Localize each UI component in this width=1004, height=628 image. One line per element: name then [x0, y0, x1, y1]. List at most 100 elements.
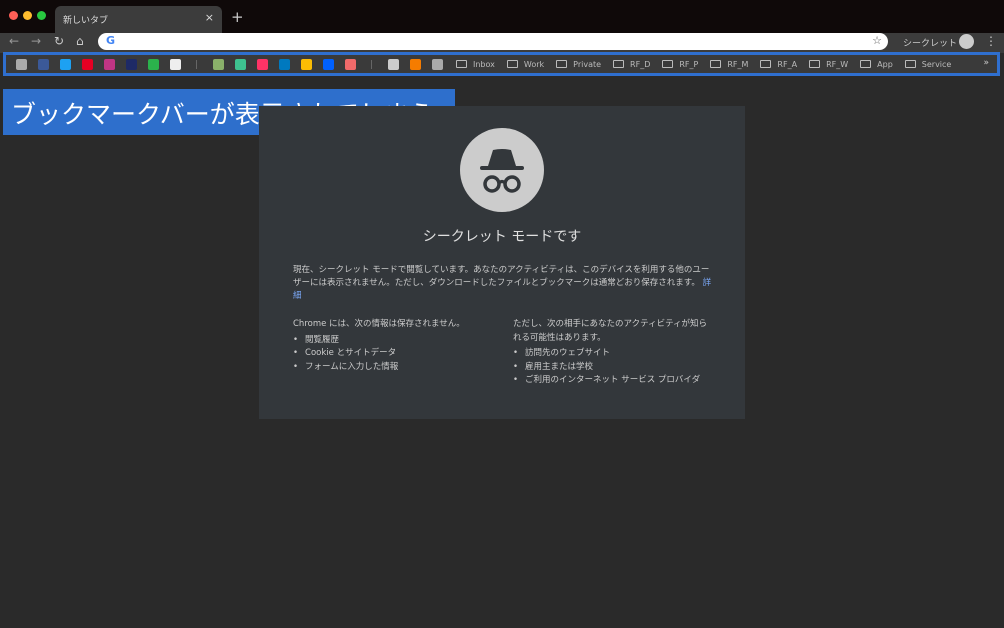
calendar-icon	[387, 58, 399, 70]
folder-icon	[904, 60, 916, 68]
facebook-icon	[37, 58, 49, 70]
bookmark-dropbox[interactable]	[317, 58, 339, 70]
bookmark-folder[interactable]: RF_M	[710, 60, 748, 69]
bookmark-apps[interactable]	[10, 58, 32, 70]
folder-label: RF_M	[727, 59, 749, 69]
back-icon[interactable]: ←	[9, 34, 19, 48]
folder-label: Work	[523, 59, 545, 69]
incognito-description: 現在、シークレット モードで閲覧しています。あなたのアクティビティは、このデバイ…	[293, 264, 713, 303]
google-drive-icon	[300, 58, 312, 70]
bookmark-chart[interactable]	[426, 58, 448, 70]
toolbar: ← → ↻ ⌂ G ☆ シークレット ⋮	[0, 33, 1004, 53]
bookmark-cloud[interactable]	[207, 58, 229, 70]
dropbox-icon	[322, 58, 334, 70]
new-tab-button[interactable]: +	[231, 8, 244, 26]
visible-to-heading: ただし、次の相手にあなたのアクティビティが知られる可能性はあります。	[513, 319, 708, 343]
folder-label: RF_W	[826, 59, 849, 69]
bookmark-folder[interactable]: RF_D	[613, 60, 650, 69]
bookmark-folder[interactable]: Private	[556, 60, 601, 69]
not-saved-heading: Chrome には、次の情報は保存されません。	[293, 319, 465, 329]
folder-icon	[809, 60, 821, 68]
asana-icon	[344, 58, 356, 70]
bookmark-folder[interactable]: RF_A	[760, 60, 797, 69]
minimize-window-button[interactable]	[23, 11, 32, 20]
incognito-icon	[460, 128, 544, 212]
b-app-icon	[234, 58, 246, 70]
bookmark-asana[interactable]	[339, 58, 361, 70]
folder-icon	[662, 60, 674, 68]
close-window-button[interactable]	[9, 11, 18, 20]
apps-icon	[15, 58, 27, 70]
folder-label: Private	[573, 59, 602, 69]
folder-icon	[710, 60, 722, 68]
bookmark-folder[interactable]: RF_W	[809, 60, 848, 69]
incognito-title: シークレット モードです	[422, 229, 582, 245]
folder-label: Inbox	[473, 59, 495, 69]
bookmark-github[interactable]	[164, 58, 186, 70]
bookmark-feedly[interactable]	[142, 58, 164, 70]
folder-icon	[613, 60, 625, 68]
folder-label: RF_P	[679, 59, 699, 69]
bookmark-folder[interactable]: App	[860, 60, 893, 69]
folder-icon	[556, 60, 568, 68]
menu-icon[interactable]: ⋮	[985, 34, 997, 48]
forward-icon[interactable]: →	[31, 34, 41, 48]
bookmark-folder[interactable]: Service	[904, 59, 952, 69]
star-icon[interactable]: ☆	[872, 34, 882, 47]
not-saved-list: Chrome には、次の情報は保存されません。 閲覧履歴 Cookie とサイト…	[293, 318, 493, 374]
incognito-avatar-icon[interactable]	[959, 34, 974, 49]
folder-icon	[456, 60, 467, 68]
bookmark-twitter[interactable]	[54, 58, 76, 70]
more-bookmarks-button[interactable]: »	[983, 58, 989, 68]
bookmark-analytics[interactable]	[404, 58, 426, 70]
profile-label[interactable]: シークレット	[903, 36, 957, 49]
bookmark-folder[interactable]: Work	[506, 59, 545, 69]
bookmark-folder[interactable]: RF_P	[662, 60, 698, 69]
tab-new-tab[interactable]: 新しいタブ ×	[55, 6, 222, 33]
list-item: 訪問先のウェブサイト	[513, 347, 713, 361]
invision-icon	[256, 58, 268, 70]
bookmark-separator	[196, 59, 197, 69]
list-item: 雇用主または学校	[513, 361, 713, 375]
title-bar: 新しいタブ × +	[0, 0, 1004, 33]
bookmark-bar: Inbox Work Private RF_D RF_P RF_M RF_A RF_W App S…	[3, 52, 1000, 76]
bookmark-calendar[interactable]	[382, 58, 404, 70]
trello-icon	[278, 58, 290, 70]
home-icon[interactable]: ⌂	[76, 34, 84, 48]
list-item: 閲覧履歴	[293, 334, 493, 348]
bookmark-b-app[interactable]	[229, 58, 251, 70]
close-tab-icon[interactable]: ×	[205, 11, 214, 24]
analytics-icon	[409, 58, 421, 70]
folder-label: RF_D	[630, 59, 651, 69]
list-item: Cookie とサイトデータ	[293, 347, 493, 361]
description-text: 現在、シークレット モードで閲覧しています。あなたのアクティビティは、このデバイ…	[293, 265, 710, 288]
feedly-icon	[147, 58, 159, 70]
folder-label: Service	[921, 59, 952, 69]
address-bar[interactable]: G ☆	[98, 33, 888, 50]
pinterest-icon	[81, 58, 93, 70]
twitter-icon	[59, 58, 71, 70]
folder-icon	[860, 60, 872, 68]
bookmark-facebook[interactable]	[32, 58, 54, 70]
bookmark-stack[interactable]	[120, 58, 142, 70]
list-item: フォームに入力した情報	[293, 361, 493, 375]
stack-icon	[125, 58, 137, 70]
bookmark-instagram[interactable]	[98, 58, 120, 70]
github-icon	[169, 58, 181, 70]
folder-label: RF_A	[777, 59, 798, 69]
instagram-icon	[103, 58, 115, 70]
chart-icon	[431, 58, 443, 70]
bookmark-invision[interactable]	[251, 58, 273, 70]
folder-label: App	[877, 59, 893, 69]
bookmark-folder[interactable]: Inbox	[456, 60, 495, 69]
google-icon: G	[106, 34, 116, 47]
tab-title: 新しいタブ	[63, 16, 109, 26]
bookmark-google-drive[interactable]	[295, 58, 317, 70]
bookmark-trello[interactable]	[273, 58, 295, 70]
bookmark-pinterest[interactable]	[76, 58, 98, 70]
reload-icon[interactable]: ↻	[54, 34, 64, 48]
folder-icon	[506, 60, 518, 68]
maximize-window-button[interactable]	[37, 11, 46, 20]
folder-icon	[760, 60, 772, 68]
list-item: ご利用のインターネット サービス プロバイダ	[513, 374, 713, 388]
